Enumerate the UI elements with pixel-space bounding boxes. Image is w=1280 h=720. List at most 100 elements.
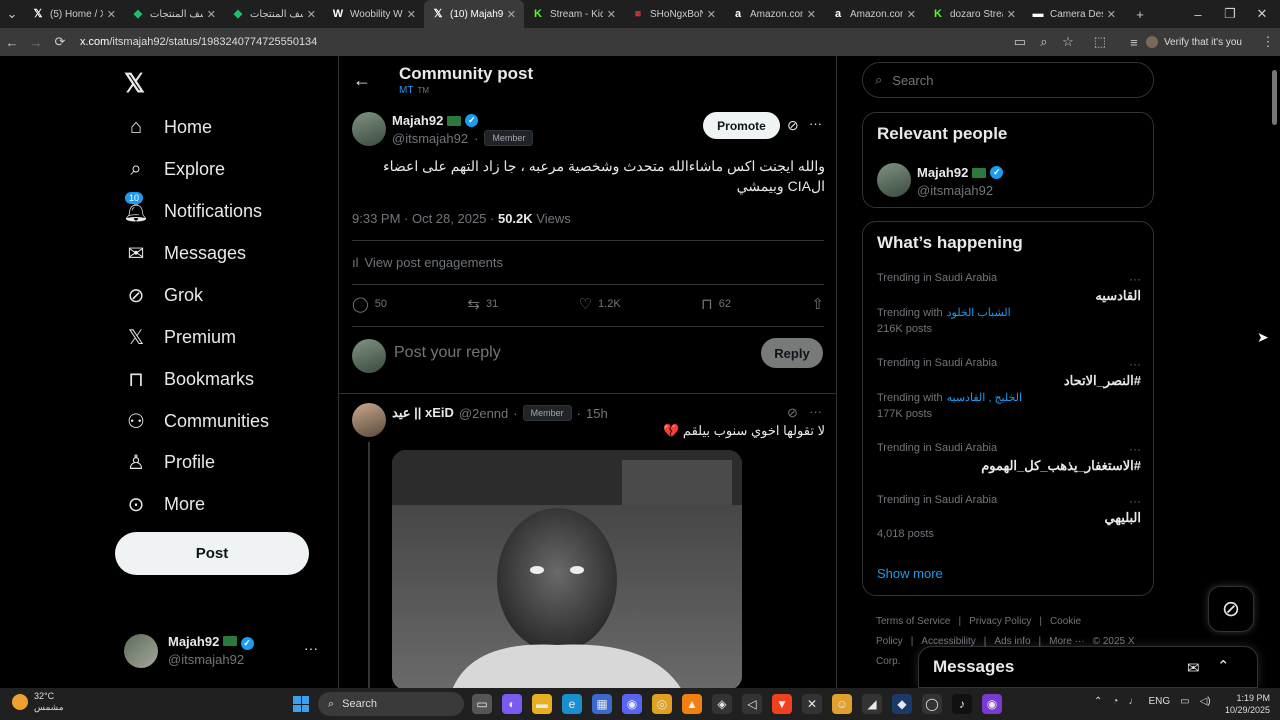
steam-icon[interactable]: ◆	[892, 694, 912, 714]
avatar[interactable]	[352, 403, 386, 437]
reply-author-name[interactable]: عيد || xEiD	[392, 405, 454, 421]
reading-list-icon[interactable]: ≡	[1122, 35, 1146, 50]
more-dots-icon[interactable]: ···	[1129, 357, 1141, 371]
task-view-icon[interactable]: ▭	[472, 694, 492, 714]
trend-item[interactable]: Trending in Saudi Arabia ··· البليهي 4,01…	[877, 494, 1141, 564]
reload-icon[interactable]: ⟳	[48, 34, 72, 50]
search-input[interactable]: ⌕ Search	[862, 62, 1154, 98]
close-tab-icon[interactable]: ✕	[1107, 8, 1116, 21]
browser-tab[interactable]: a Amazon.com: ✕	[824, 0, 924, 28]
taskbar-search[interactable]: ⌕ Search	[318, 692, 464, 716]
grok-fab-icon[interactable]: ⊘	[1208, 586, 1254, 632]
store-icon[interactable]: ▦	[592, 694, 612, 714]
browser-tab[interactable]: Kdozaro Stream ✕	[924, 0, 1024, 28]
microphone-icon[interactable]: ♩	[1128, 696, 1138, 707]
tab-list-button[interactable]: ⌄	[0, 6, 24, 22]
discord-icon[interactable]: ◉	[622, 694, 642, 714]
browser-tab[interactable]: ◆ اكتشف المنتجات ✕	[224, 0, 324, 28]
scrollbar-thumb[interactable]	[1272, 70, 1277, 125]
reply-media-video[interactable]	[392, 450, 742, 690]
windows-start-icon[interactable]	[293, 696, 309, 712]
app-icon[interactable]: ◢	[862, 694, 882, 714]
footer-link[interactable]: Privacy Policy	[969, 616, 1031, 627]
network-icon[interactable]: ▭	[1180, 696, 1189, 707]
nav-item-more[interactable]: ⊙ More	[124, 489, 205, 519]
community-name[interactable]: MT TM	[399, 85, 429, 96]
close-tab-icon[interactable]: ✕	[607, 8, 616, 21]
trend-item[interactable]: Trending in Saudi Arabia ··· #النصر_الات…	[877, 357, 1141, 427]
nav-item-premium[interactable]: 𝕏 Premium	[124, 322, 236, 352]
more-dots-icon[interactable]: ···	[809, 404, 822, 419]
app-icon[interactable]: ◉	[982, 694, 1002, 714]
more-dots-icon[interactable]: ···	[304, 640, 318, 656]
language-indicator[interactable]: ENG	[1148, 696, 1170, 707]
brave-icon[interactable]: ▼	[772, 694, 792, 714]
extensions-icon[interactable]: ⬚	[1088, 34, 1112, 50]
close-tab-icon[interactable]: ✕	[907, 8, 916, 21]
close-tab-icon[interactable]: ✕	[507, 8, 516, 21]
footer-link[interactable]: Terms of Service	[876, 616, 950, 627]
browser-tab[interactable]: 𝕏 (5) Home / X ✕	[24, 0, 124, 28]
reply-time[interactable]: 15h	[586, 406, 608, 421]
bookmark-action[interactable]: ⊓ 62	[701, 294, 731, 314]
bookmark-star-icon[interactable]: ☆	[1056, 34, 1080, 50]
xbox-icon[interactable]: ✕	[802, 694, 822, 714]
minimize-button[interactable]: –	[1186, 7, 1210, 22]
app-icon[interactable]: ◯	[922, 694, 942, 714]
tray-app-icon[interactable]: ◔	[1112, 696, 1118, 707]
nav-item-notifications[interactable]: 🔔︎ Notifications 10	[123, 192, 262, 226]
back-icon[interactable]: ←	[0, 35, 24, 50]
back-arrow-icon[interactable]: ←	[353, 70, 371, 91]
close-tab-icon[interactable]: ✕	[107, 8, 116, 21]
browser-tab[interactable]: ▬ Camera Desk ✕	[1024, 0, 1124, 28]
new-tab-button[interactable]: +	[1128, 7, 1152, 22]
close-tab-icon[interactable]: ✕	[1007, 8, 1016, 21]
browser-tab[interactable]: 𝕏 (10) Majah92 o ✕	[424, 0, 524, 28]
url-field[interactable]: x.com/itsmajah92/status/1983240774725550…	[80, 36, 1008, 48]
nav-item-home[interactable]: ⌂ Home	[124, 112, 212, 142]
scrollbar[interactable]	[1270, 58, 1278, 688]
copilot-icon[interactable]: ◐	[502, 694, 522, 714]
new-message-icon[interactable]: ✉	[1187, 659, 1200, 677]
browser-menu-icon[interactable]: ⋮	[1256, 34, 1280, 50]
more-dots-icon[interactable]: ···	[1129, 442, 1141, 456]
close-tab-icon[interactable]: ✕	[307, 8, 316, 21]
nav-item-bookmarks[interactable]: ⊓ Bookmarks	[124, 364, 254, 394]
browser-tab[interactable]: ◆ اكتشف المنتجات ✕	[124, 0, 224, 28]
close-tab-icon[interactable]: ✕	[807, 8, 816, 21]
more-dots-icon[interactable]: ···	[1129, 272, 1141, 286]
share-action[interactable]: ⇧	[811, 294, 824, 314]
nav-item-communities[interactable]: ⚇ Communities	[124, 406, 269, 436]
expand-icon[interactable]: ⌃	[1217, 657, 1230, 675]
browser-tab[interactable]: W Woobility W ✕	[324, 0, 424, 28]
browser-tab[interactable]: a Amazon.com ✕	[724, 0, 824, 28]
nav-item-explore[interactable]: ⌕ Explore	[124, 154, 225, 184]
close-tab-icon[interactable]: ✕	[407, 8, 416, 21]
like-action[interactable]: ♡ 1.2K	[579, 294, 621, 314]
promote-button[interactable]: Promote	[703, 112, 780, 139]
nav-item-grok[interactable]: ⊘ Grok	[124, 280, 203, 310]
grok-icon[interactable]: ⊘	[787, 117, 799, 134]
reply-action[interactable]: ◯ 50	[352, 294, 387, 314]
grok-icon[interactable]: ⊘	[787, 405, 798, 421]
app-icon[interactable]: ◁	[742, 694, 762, 714]
app-icon[interactable]: ◈	[712, 694, 732, 714]
more-dots-icon[interactable]: ···	[809, 116, 822, 131]
volume-icon[interactable]: ◁)	[1200, 696, 1211, 707]
reply-button[interactable]: Reply	[761, 338, 823, 368]
chrome-icon[interactable]: ◎	[652, 694, 672, 714]
file-explorer-icon[interactable]: ▬	[532, 694, 552, 714]
show-more-link[interactable]: Show more	[877, 566, 943, 581]
account-switcher[interactable]: Majah92 ✓ @itsmajah92 ···	[124, 632, 324, 672]
close-window-button[interactable]: ✕	[1250, 6, 1274, 22]
close-tab-icon[interactable]: ✕	[207, 8, 216, 21]
taskbar-clock[interactable]: 1:19 PM 10/29/2025	[1222, 692, 1270, 716]
browser-tab[interactable]: ■ SHoNgxBoNg ✕	[624, 0, 724, 28]
repost-action[interactable]: ⇆ 31	[467, 294, 498, 314]
reply-input[interactable]: Post your reply	[394, 344, 501, 362]
more-dots-icon[interactable]: ···	[1129, 494, 1141, 508]
relevant-person-name[interactable]: Majah92 ✓	[917, 165, 1004, 180]
post-author-name[interactable]: Majah92 ✓	[392, 113, 479, 128]
avatar[interactable]	[352, 112, 386, 146]
messages-drawer[interactable]: Messages ✉ ⌃	[918, 646, 1258, 688]
